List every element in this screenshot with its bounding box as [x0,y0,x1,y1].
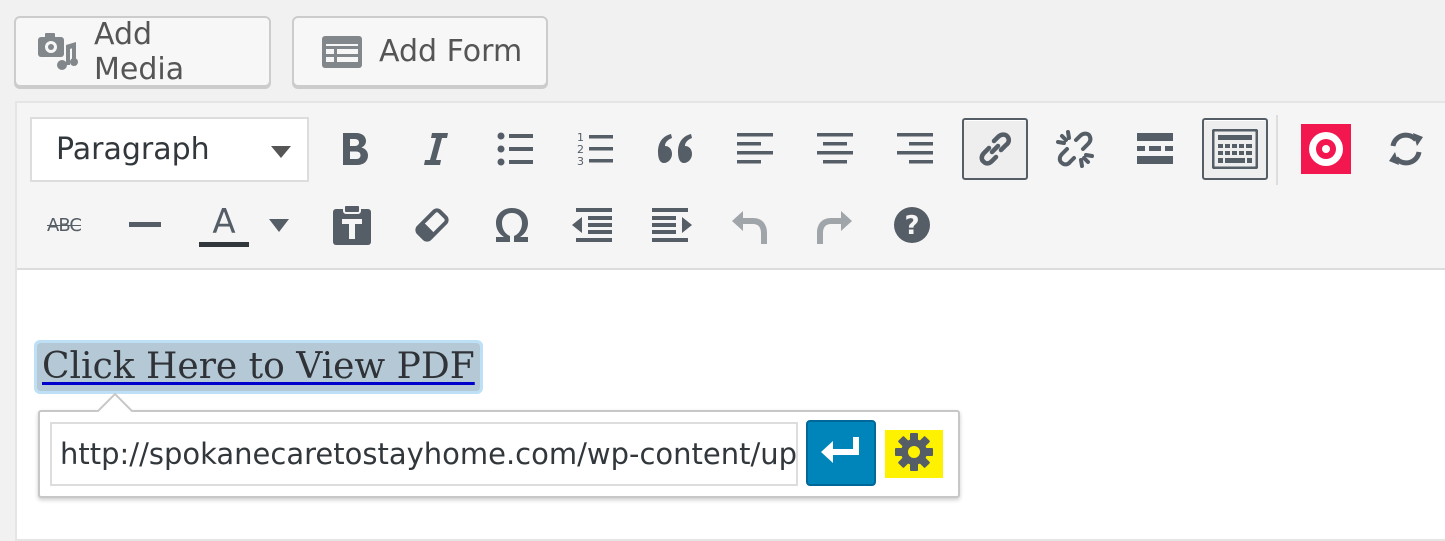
paste-as-text-button[interactable] [319,194,385,256]
bold-icon [340,131,370,167]
refresh-icon [1386,129,1426,169]
strikethrough-label: ABC [47,214,82,236]
numbered-list-button[interactable]: 123 [562,118,628,180]
chevron-down-icon [271,146,291,158]
toolbar-separator [1276,115,1278,185]
redo-icon [811,204,853,246]
blockquote-icon [656,134,694,164]
text-color-swatch [199,241,249,247]
enter-icon [821,437,861,469]
link-settings-button[interactable] [885,430,943,478]
align-left-button[interactable] [722,118,788,180]
editor: Paragraph 123 ABC A ? Click Here to View… [15,101,1445,541]
svg-text:3: 3 [577,155,584,167]
editor-content[interactable]: Click Here to View PDF http://spokanecar… [17,272,1445,539]
toolbar-toggle-icon [1212,129,1258,169]
undo-button[interactable] [719,194,785,256]
bold-button[interactable] [322,118,388,180]
toolbar-toggle-button[interactable] [1202,118,1268,180]
add-media-button[interactable]: Add Media [14,16,271,87]
numbered-list-icon: 123 [577,131,613,167]
svg-text:?: ? [904,211,919,241]
plugin-logo-icon [1301,124,1351,174]
align-left-icon [737,132,773,166]
indent-button[interactable] [639,194,705,256]
align-right-icon [897,132,933,166]
clear-formatting-button[interactable] [399,194,465,256]
add-media-label: Add Media [94,16,185,87]
insert-link-icon [975,129,1015,169]
remove-link-icon [1054,128,1096,170]
redo-button[interactable] [799,194,865,256]
link-text[interactable]: Click Here to View PDF [42,346,475,387]
url-input[interactable]: http://spokanecaretostayhome.com/wp-cont… [50,422,798,486]
blockquote-button[interactable] [642,118,708,180]
text-color-button[interactable]: A [192,194,256,256]
toolbar-row-2: ABC A ? [17,191,1445,261]
editor-toolbar: Paragraph 123 ABC A ? [17,103,1445,270]
align-center-icon [817,132,853,166]
strikethrough-button[interactable]: ABC [31,194,97,256]
gear-icon [894,432,934,476]
link-edit-popover: http://spokanecaretostayhome.com/wp-cont… [38,392,960,498]
selected-link-text[interactable]: Click Here to View PDF [34,340,483,394]
add-form-label: Add Form [379,34,523,69]
strikethrough-icon: ABC [47,214,82,236]
toolbar-row-1: Paragraph 123 [17,115,1445,185]
media-buttons: Add Media Add Form [14,16,548,88]
help-button[interactable]: ? [879,194,945,256]
horizontal-line-icon [129,222,161,228]
form-icon [321,31,363,73]
bulleted-list-button[interactable] [482,118,548,180]
format-select[interactable]: Paragraph [30,117,309,182]
horizontal-line-button[interactable] [112,194,178,256]
read-more-icon [1137,133,1173,165]
text-color-label: A [212,201,236,242]
indent-icon [652,208,692,242]
text-color-dropdown-icon [269,218,289,232]
media-icon [36,31,78,73]
clear-formatting-icon [413,206,451,244]
plugin-logo-button[interactable] [1293,118,1359,180]
text-color-icon: A [199,204,249,247]
special-character-icon [493,207,531,243]
read-more-button[interactable] [1122,118,1188,180]
remove-link-button[interactable] [1042,118,1108,180]
help-icon: ? [893,206,931,244]
italic-icon [420,131,450,167]
outdent-icon [572,208,612,242]
paste-as-text-icon [333,205,371,245]
align-right-button[interactable] [882,118,948,180]
format-select-value: Paragraph [56,132,210,167]
add-form-button[interactable]: Add Form [292,16,548,87]
italic-button[interactable] [402,118,468,180]
undo-icon [731,204,773,246]
apply-link-button[interactable] [806,420,876,486]
bulleted-list-icon [497,132,533,166]
text-color-dropdown-button[interactable] [257,194,301,256]
special-character-button[interactable] [479,194,545,256]
insert-link-button[interactable] [962,118,1028,180]
refresh-button[interactable] [1373,118,1439,180]
outdent-button[interactable] [559,194,625,256]
align-center-button[interactable] [802,118,868,180]
